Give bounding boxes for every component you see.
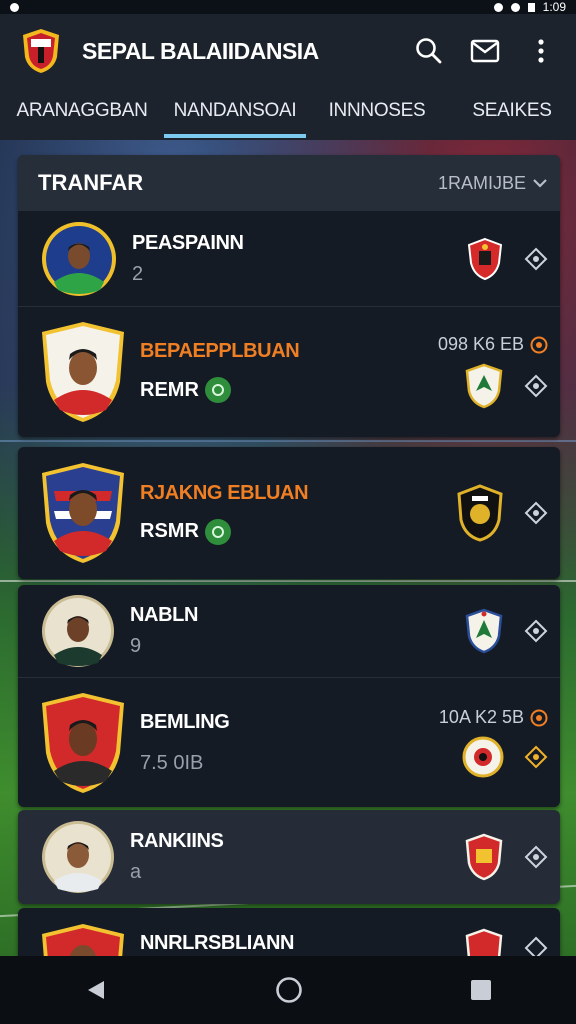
player-name: PEASPAINN: [132, 231, 244, 254]
transfer-value-text: 098 K6 EB: [437, 334, 524, 354]
player-label: RJAKNG EBLUAN: [140, 481, 309, 504]
player-position: RSMR: [140, 518, 456, 545]
recents-square-icon[interactable]: [470, 979, 492, 1001]
club-crest-icon: [465, 833, 503, 881]
signal-icon: [510, 2, 520, 12]
player-name: RANKIINS: [130, 830, 224, 852]
player-row[interactable]: NNRLRSBLIANN: [18, 908, 560, 956]
club-crest-icon: [467, 237, 503, 280]
status-bar: 1:09: [0, 0, 576, 14]
compare-icon[interactable]: [524, 936, 548, 956]
system-nav-bar: [0, 956, 576, 1024]
back-triangle-icon[interactable]: [84, 978, 108, 1002]
player-position: REMR: [140, 377, 438, 403]
player-number: 9: [130, 635, 142, 657]
compare-icon[interactable]: [524, 745, 548, 769]
player-name: NABLN: [130, 604, 198, 626]
compare-icon[interactable]: [524, 501, 548, 525]
notification-icon: [10, 2, 19, 12]
more-vertical-icon[interactable]: [526, 36, 556, 66]
alert-icon: [530, 709, 548, 726]
transfer-card: TRANFAR 1RAMIJBE PEASPAINN 2 BEPAEPPLBUA…: [18, 155, 560, 437]
player-label: BEPAEPPLBUAN: [140, 340, 300, 362]
player-avatar: [42, 692, 124, 793]
club-crest-icon: [465, 363, 503, 409]
player-avatar: [42, 924, 124, 956]
player-avatar: [42, 463, 124, 563]
player-row[interactable]: BEPAEPPLBUAN REMR 098 K6 EB: [18, 306, 560, 436]
position-badge-icon: [204, 377, 231, 403]
club-crest-icon: [465, 928, 503, 956]
player-card: NNRLRSBLIANN: [18, 908, 560, 956]
player-card: NABLN 9 BEMLING 7.5 0IB 10A K2 5B: [18, 585, 560, 807]
sort-label: 1RAMIJBE: [437, 172, 526, 193]
transfer-value: 098 K6 EB: [438, 334, 548, 355]
transfer-value: 10A K2 5B: [439, 707, 548, 728]
player-avatar: [42, 821, 114, 893]
player-card: RANKIINS a: [18, 810, 560, 904]
transfer-value-text: 10A K2 5B: [438, 707, 524, 727]
club-crest-icon: [457, 484, 503, 542]
shield-logo-icon[interactable]: [20, 27, 62, 75]
home-circle-icon[interactable]: [275, 976, 303, 1004]
wifi-icon: [493, 2, 503, 12]
club-crest-icon: [462, 736, 504, 778]
player-name: RSMR: [140, 520, 199, 542]
tab-aranaggban[interactable]: ARANAGGBAN: [0, 88, 164, 140]
tab-bar: ARANAGGBAN NANDANSOAI INNNOSES SEAIKES: [0, 88, 576, 140]
player-number: 2: [132, 262, 144, 285]
compare-icon[interactable]: [524, 845, 548, 869]
status-icons: 1:09: [493, 0, 566, 14]
tab-nandansoai[interactable]: NANDANSOAI: [164, 88, 306, 140]
status-time: 1:09: [542, 0, 566, 14]
alert-icon: [530, 336, 548, 353]
card-header: TRANFAR 1RAMIJBE: [18, 155, 560, 211]
compare-icon[interactable]: [524, 247, 548, 271]
player-row[interactable]: BEMLING 7.5 0IB 10A K2 5B: [18, 677, 560, 807]
player-row[interactable]: NABLN 9: [18, 585, 560, 677]
card-title: TRANFAR: [38, 170, 144, 195]
compare-icon[interactable]: [524, 619, 548, 643]
app-title: SEPAL BALAIIDANSIA: [82, 37, 319, 64]
battery-icon: [527, 2, 535, 12]
player-row[interactable]: RJAKNG EBLUAN RSMR: [18, 447, 560, 579]
sort-dropdown[interactable]: 1RAMIJBE: [438, 173, 548, 194]
club-crest-icon: [465, 608, 503, 654]
app-bar: SEPAL BALAIIDANSIA: [0, 14, 576, 88]
player-name: REMR: [140, 378, 199, 401]
position-badge-icon: [204, 518, 231, 545]
tab-innnoses[interactable]: INNNOSES: [306, 88, 448, 140]
player-stat: 7.5 0IB: [140, 751, 204, 774]
mail-icon[interactable]: [470, 36, 500, 66]
player-row[interactable]: RANKIINS a: [18, 810, 560, 904]
player-avatar: [42, 221, 116, 296]
player-name: BEMLING: [140, 710, 230, 733]
player-name: NNRLRSBLIANN: [140, 932, 295, 954]
player-row[interactable]: PEASPAINN 2: [18, 211, 560, 306]
player-card: RJAKNG EBLUAN RSMR: [18, 447, 560, 579]
player-avatar: [42, 595, 114, 667]
chevron-down-icon: [533, 179, 547, 188]
compare-icon[interactable]: [524, 374, 548, 398]
player-avatar: [42, 321, 124, 422]
search-icon[interactable]: [414, 36, 444, 66]
player-number: a: [130, 861, 142, 883]
tab-seaikes[interactable]: SEAIKES: [448, 88, 576, 140]
